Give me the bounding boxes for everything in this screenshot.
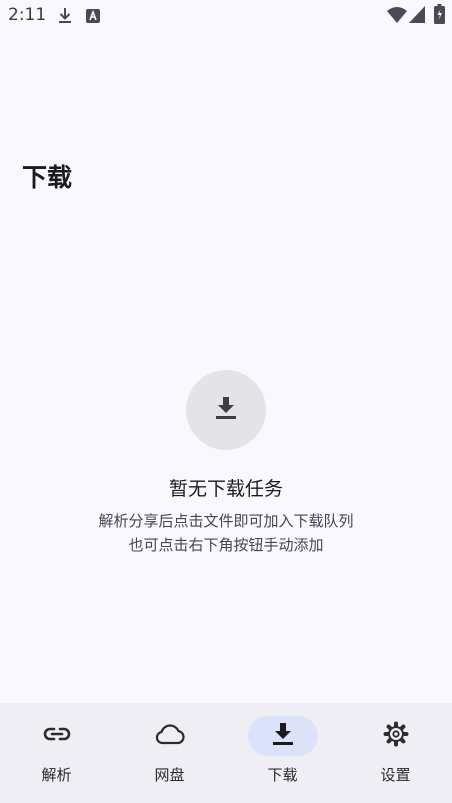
link-icon bbox=[43, 726, 71, 746]
download-icon bbox=[213, 395, 239, 425]
wifi-icon bbox=[387, 6, 407, 28]
nav-item-parse[interactable]: 解析 bbox=[0, 703, 113, 803]
empty-state-description-line: 解析分享后点击文件即可加入下载队列 bbox=[98, 512, 354, 530]
download-icon bbox=[272, 722, 294, 750]
page-title: 下载 bbox=[22, 163, 73, 192]
nav-indicator-active bbox=[247, 716, 318, 756]
cloud-icon bbox=[154, 723, 186, 749]
status-bar: 2:11 bbox=[0, 0, 452, 32]
gear-icon bbox=[383, 721, 409, 751]
empty-state-description: 解析分享后点击文件即可加入下载队列 也可点击右下角按钮手动添加 bbox=[0, 509, 452, 557]
nav-item-download[interactable]: 下载 bbox=[226, 703, 339, 803]
bottom-navigation: 解析 网盘 下载 设置 bbox=[0, 703, 452, 803]
download-icon bbox=[57, 7, 73, 29]
signal-icon bbox=[409, 6, 425, 27]
nav-label: 设置 bbox=[380, 766, 411, 784]
nav-label: 解析 bbox=[41, 766, 72, 784]
empty-state-icon-circle bbox=[186, 370, 266, 450]
empty-state-description-line: 也可点击右下角按钮手动添加 bbox=[128, 536, 324, 554]
nav-item-cloud-drive[interactable]: 网盘 bbox=[113, 703, 226, 803]
nav-indicator bbox=[22, 716, 92, 756]
empty-state-title: 暂无下载任务 bbox=[168, 478, 283, 500]
nav-indicator bbox=[135, 716, 205, 756]
status-time: 2:11 bbox=[8, 5, 47, 25]
a-icon bbox=[86, 8, 100, 27]
nav-indicator bbox=[361, 716, 431, 756]
battery-icon bbox=[434, 4, 445, 28]
nav-item-settings[interactable]: 设置 bbox=[339, 703, 452, 803]
nav-label: 网盘 bbox=[154, 766, 185, 784]
nav-label: 下载 bbox=[267, 766, 298, 784]
